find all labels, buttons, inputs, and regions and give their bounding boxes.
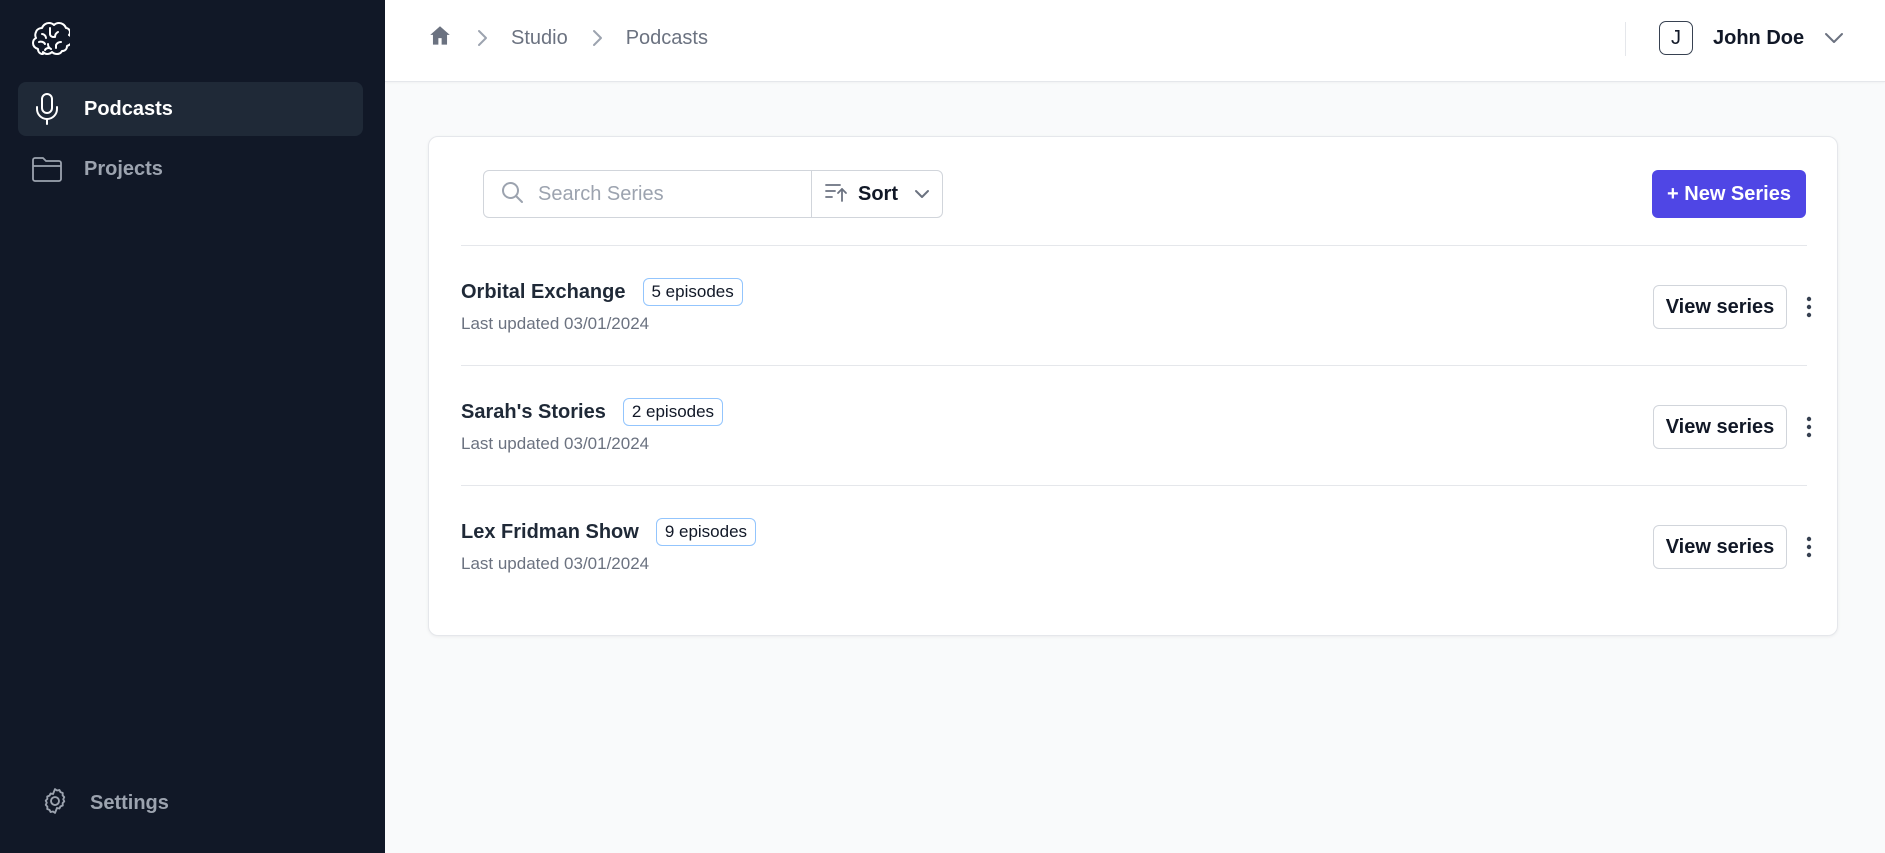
chevron-down-icon <box>914 189 930 199</box>
microphone-icon <box>30 92 64 126</box>
series-card: Sort + New Series Orbital Exchange 5 epi… <box>428 136 1838 636</box>
chevron-down-icon <box>1824 32 1844 44</box>
last-updated: Last updated 03/01/2024 <box>461 314 650 333</box>
user-menu[interactable]: J John Doe <box>1659 21 1844 55</box>
series-title-group: Sarah's Stories 2 episodes <box>461 398 724 426</box>
divider <box>1625 22 1626 56</box>
list-item: Lex Fridman Show 9 episodes Last updated… <box>461 486 1812 606</box>
series-title-group: Orbital Exchange 5 episodes <box>461 278 743 306</box>
sidebar: Podcasts Projects Settings <box>0 0 385 853</box>
list-item: Orbital Exchange 5 episodes Last updated… <box>461 246 1812 366</box>
more-options-icon[interactable] <box>1795 289 1823 325</box>
last-updated: Last updated 03/01/2024 <box>461 434 650 453</box>
sidebar-item-podcasts[interactable]: Podcasts <box>18 82 363 136</box>
user-name: John Doe <box>1713 26 1805 49</box>
brain-logo-icon[interactable] <box>30 20 73 60</box>
series-title-group: Lex Fridman Show 9 episodes <box>461 518 757 546</box>
more-options-icon[interactable] <box>1795 529 1823 565</box>
episodes-badge: 9 episodes <box>655 518 757 546</box>
search-input[interactable] <box>538 182 788 206</box>
folder-icon <box>30 152 64 186</box>
new-series-button[interactable]: + New Series <box>1652 170 1806 218</box>
sidebar-item-label: Projects <box>84 157 163 180</box>
settings-label: Settings <box>90 792 169 814</box>
sidebar-item-settings[interactable]: Settings <box>40 786 169 821</box>
view-series-button[interactable]: View series <box>1653 285 1787 329</box>
series-name: Lex Fridman Show <box>461 520 639 543</box>
home-icon[interactable] <box>427 23 453 54</box>
list-item: Sarah's Stories 2 episodes Last updated … <box>461 366 1812 486</box>
top-header: Studio Podcasts J John Doe <box>385 0 1885 82</box>
breadcrumb-studio[interactable]: Studio <box>511 27 568 50</box>
sort-button[interactable]: Sort <box>811 170 943 218</box>
search-icon <box>500 180 524 209</box>
series-name: Orbital Exchange <box>461 280 626 303</box>
view-series-button[interactable]: View series <box>1653 405 1787 449</box>
breadcrumb-podcasts[interactable]: Podcasts <box>626 27 708 50</box>
last-updated: Last updated 03/01/2024 <box>461 554 650 573</box>
avatar: J <box>1659 21 1693 55</box>
view-series-button[interactable]: View series <box>1653 525 1787 569</box>
breadcrumb: Studio Podcasts <box>427 22 708 54</box>
series-name: Sarah's Stories <box>461 400 606 423</box>
episodes-badge: 2 episodes <box>622 398 724 426</box>
episodes-badge: 5 episodes <box>642 278 743 306</box>
search-box <box>483 170 813 218</box>
sidebar-item-projects[interactable]: Projects <box>18 142 363 196</box>
chevron-right-icon <box>475 28 489 48</box>
sort-ascending-icon <box>824 181 848 208</box>
sidebar-item-label: Podcasts <box>84 97 173 120</box>
gear-icon <box>40 786 70 821</box>
sort-label: Sort <box>858 182 898 205</box>
chevron-right-icon <box>590 28 604 48</box>
more-options-icon[interactable] <box>1795 409 1823 445</box>
